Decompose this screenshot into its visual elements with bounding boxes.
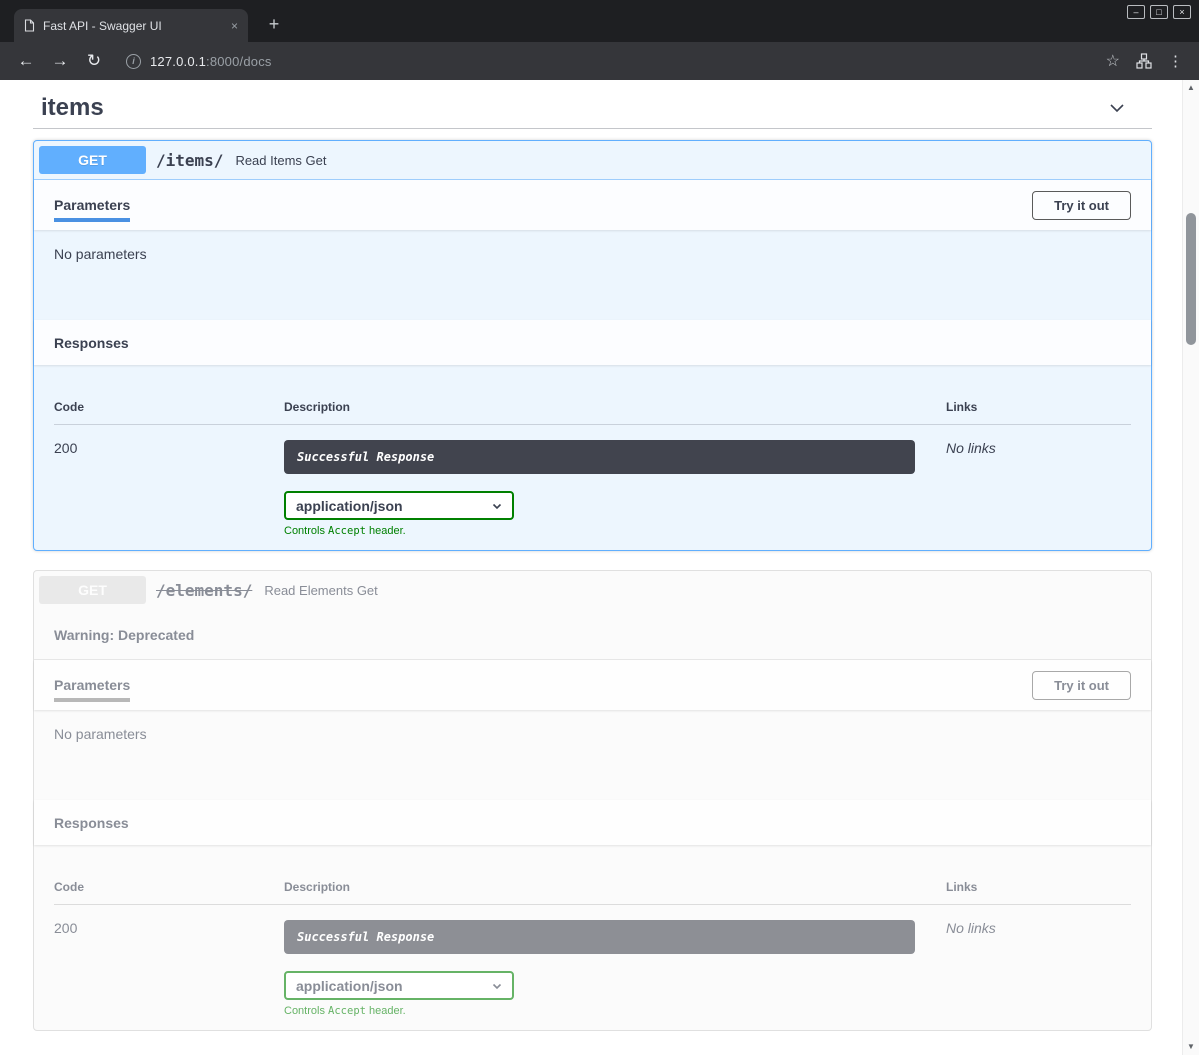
parameters-header: Parameters Try it out bbox=[34, 660, 1151, 710]
response-code: 200 bbox=[54, 440, 284, 537]
media-type-value: application/json bbox=[296, 978, 403, 994]
window-controls: – □ × bbox=[1127, 5, 1191, 19]
operation-summary[interactable]: GET /elements/ Read Elements Get bbox=[34, 571, 1151, 609]
try-it-out-button[interactable]: Try it out bbox=[1032, 671, 1131, 700]
browser-tab[interactable]: Fast API - Swagger UI × bbox=[14, 9, 248, 42]
parameters-body: No parameters bbox=[34, 230, 1151, 320]
new-tab-button[interactable]: + bbox=[262, 13, 286, 37]
response-code: 200 bbox=[54, 920, 284, 1017]
minimize-button[interactable]: – bbox=[1127, 5, 1145, 19]
response-description-cell: Successful Response application/json Con… bbox=[284, 920, 946, 1017]
page-icon bbox=[24, 19, 35, 32]
responses-header: Responses bbox=[34, 800, 1151, 845]
method-badge: GET bbox=[39, 576, 146, 604]
parameters-body: No parameters bbox=[34, 710, 1151, 800]
endpoint-summary: Read Elements Get bbox=[264, 583, 377, 598]
scroll-up-icon[interactable]: ▲ bbox=[1183, 81, 1199, 95]
reload-button[interactable]: ↻ bbox=[80, 47, 108, 75]
select-chevron-icon bbox=[490, 499, 504, 513]
url-host: 127.0.0.1 bbox=[150, 54, 206, 69]
toolbar-actions: ☆ ⋮ bbox=[1106, 51, 1183, 71]
scroll-down-icon[interactable]: ▼ bbox=[1183, 1040, 1199, 1054]
accept-header-hint: Controls Accept header. bbox=[284, 1005, 946, 1017]
browser-titlebar: Fast API - Swagger UI × + – □ × bbox=[0, 0, 1199, 42]
tab-title: Fast API - Swagger UI bbox=[43, 19, 223, 33]
forward-button[interactable]: → bbox=[46, 47, 74, 75]
responses-body: Code Description Links 200 Successful Re… bbox=[34, 845, 1151, 1030]
parameters-tab[interactable]: Parameters bbox=[54, 197, 130, 213]
responses-header: Responses bbox=[34, 320, 1151, 365]
endpoint-summary: Read Items Get bbox=[235, 153, 326, 168]
site-info-icon[interactable]: i bbox=[126, 54, 141, 69]
page-scrollbar[interactable]: ▲ ▼ bbox=[1182, 80, 1199, 1055]
window-close-button[interactable]: × bbox=[1173, 5, 1191, 19]
code-column-header: Code bbox=[54, 400, 284, 414]
responses-title: Responses bbox=[54, 335, 129, 351]
links-column-header: Links bbox=[946, 400, 1131, 414]
no-parameters-text: No parameters bbox=[54, 726, 147, 742]
media-type-value: application/json bbox=[296, 498, 403, 514]
description-column-header: Description bbox=[284, 880, 946, 894]
url-text: 127.0.0.1:8000/docs bbox=[150, 54, 272, 69]
opblock-get-items: GET /items/ Read Items Get Parameters Tr… bbox=[33, 140, 1152, 551]
response-description-box: Successful Response bbox=[284, 440, 915, 474]
responses-table-header: Code Description Links bbox=[54, 880, 1131, 905]
page-viewport: items GET /items/ Read Items Get Paramet… bbox=[0, 80, 1182, 1055]
parameters-header: Parameters Try it out bbox=[34, 180, 1151, 230]
method-badge: GET bbox=[39, 146, 146, 174]
code-column-header: Code bbox=[54, 880, 284, 894]
parameters-tab[interactable]: Parameters bbox=[54, 677, 130, 693]
media-type-select[interactable]: application/json bbox=[284, 971, 514, 1000]
response-row: 200 Successful Response application/json… bbox=[54, 425, 1131, 537]
response-description-cell: Successful Response application/json Con… bbox=[284, 440, 946, 537]
links-column-header: Links bbox=[946, 880, 1131, 894]
links-value: No links bbox=[946, 440, 1131, 537]
deprecated-warning: Warning: Deprecated bbox=[34, 609, 1151, 660]
tag-section-items[interactable]: items bbox=[33, 88, 1152, 129]
scrollbar-thumb[interactable] bbox=[1186, 213, 1196, 345]
browser-menu-icon[interactable]: ⋮ bbox=[1168, 52, 1183, 70]
media-type-select[interactable]: application/json bbox=[284, 491, 514, 520]
tab-close-icon[interactable]: × bbox=[231, 20, 238, 32]
endpoint-path: /items/ bbox=[156, 151, 223, 170]
address-bar[interactable]: i 127.0.0.1:8000/docs bbox=[126, 54, 1100, 69]
description-column-header: Description bbox=[284, 400, 946, 414]
back-button[interactable]: ← bbox=[12, 47, 40, 75]
endpoint-path: /elements/ bbox=[156, 581, 252, 600]
responses-body: Code Description Links 200 Successful Re… bbox=[34, 365, 1151, 550]
browser-toolbar: ← → ↻ i 127.0.0.1:8000/docs ☆ ⋮ bbox=[0, 42, 1199, 80]
collapse-chevron-icon bbox=[1106, 97, 1128, 119]
select-chevron-icon bbox=[490, 979, 504, 993]
swagger-page: items GET /items/ Read Items Get Paramet… bbox=[0, 88, 1182, 1031]
try-it-out-button[interactable]: Try it out bbox=[1032, 191, 1131, 220]
bookmark-star-icon[interactable]: ☆ bbox=[1106, 51, 1120, 71]
no-parameters-text: No parameters bbox=[54, 246, 147, 262]
responses-table-header: Code Description Links bbox=[54, 400, 1131, 425]
sitemap-icon[interactable] bbox=[1136, 53, 1152, 69]
response-description-box: Successful Response bbox=[284, 920, 915, 954]
maximize-button[interactable]: □ bbox=[1150, 5, 1168, 19]
operation-summary[interactable]: GET /items/ Read Items Get bbox=[34, 141, 1151, 180]
accept-header-hint: Controls Accept header. bbox=[284, 525, 946, 537]
response-row: 200 Successful Response application/json… bbox=[54, 905, 1131, 1017]
responses-title: Responses bbox=[54, 815, 129, 831]
url-path: :8000/docs bbox=[206, 54, 272, 69]
links-value: No links bbox=[946, 920, 1131, 1017]
opblock-get-elements: GET /elements/ Read Elements Get Warning… bbox=[33, 570, 1152, 1031]
tag-title: items bbox=[41, 94, 104, 122]
